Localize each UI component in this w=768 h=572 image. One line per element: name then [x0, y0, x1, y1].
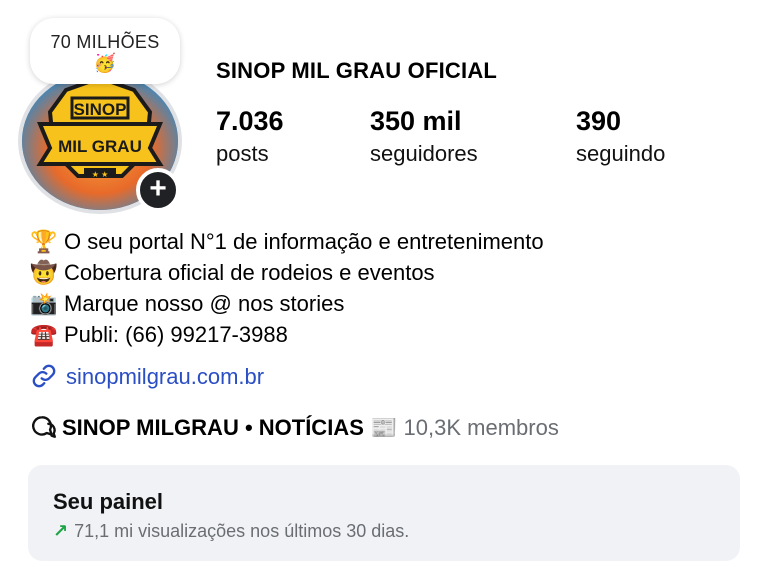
link-icon: [32, 364, 56, 388]
avatar-logo-bottom: MIL GRAU: [58, 137, 142, 156]
broadcast-channel[interactable]: SINOP MILGRAU • NOTÍCIAS 📰 10,3K membros: [30, 414, 559, 441]
stat-label: seguindo: [576, 141, 666, 166]
newspaper-icon: 📰: [370, 415, 398, 440]
telephone-icon: ☎️: [30, 322, 58, 347]
profile-note[interactable]: 70 MILHÕES 🥳: [30, 18, 180, 84]
stat-label: posts: [216, 141, 269, 166]
plus-icon: +: [149, 172, 167, 205]
bio-line: ☎️ Publi: (66) 99217-3988: [30, 319, 544, 350]
profile-link[interactable]: sinopmilgrau.com.br: [30, 362, 264, 390]
stat-value: 390: [576, 106, 622, 136]
stat-followers[interactable]: 350 mil seguidores: [370, 106, 478, 167]
profile-username: SINOP MIL GRAU OFICIAL: [216, 58, 498, 83]
stat-following[interactable]: 390 seguindo: [576, 106, 665, 167]
camera-flash-icon: 📸: [30, 291, 58, 316]
bio-line: 📸 Marque nosso @ nos stories: [30, 288, 544, 319]
bio-line: 🤠 Cobertura oficial de rodeios e eventos: [30, 257, 544, 288]
professional-dashboard[interactable]: Seu painel ↗ 71,1 mi visualizações nos úl…: [28, 465, 740, 561]
avatar-logo-top: SINOP: [74, 100, 127, 119]
trend-up-icon: ↗: [53, 521, 69, 541]
bio-text: Marque nosso @ nos stories: [64, 291, 345, 316]
link-text: sinopmilgrau.com.br: [66, 364, 265, 389]
channel-name: SINOP MILGRAU • NOTÍCIAS: [62, 415, 364, 440]
bio-text: Publi: (66) 99217-3988: [64, 322, 288, 347]
stat-posts[interactable]: 7.036 posts: [216, 106, 284, 167]
bio-text: O seu portal N°1 de informação e entrete…: [64, 229, 544, 254]
stat-label: seguidores: [370, 141, 478, 166]
bio-text: Cobertura oficial de rodeios e eventos: [64, 260, 435, 285]
add-story-button[interactable]: +: [136, 168, 180, 212]
channel-members: 10,3K membros: [403, 415, 559, 440]
profile-bio: 🏆 O seu portal N°1 de informação e entret…: [30, 226, 544, 350]
stat-value: 350 mil: [370, 106, 462, 136]
cowboy-face-icon: 🤠: [30, 260, 58, 285]
panel-title: Seu painel: [53, 489, 164, 514]
panel-subtitle: ↗ 71,1 mi visualizações nos últimos 30 di…: [53, 521, 409, 542]
note-text: 70 MILHÕES: [50, 32, 160, 52]
trophy-icon: 🏆: [30, 229, 58, 254]
bio-line: 🏆 O seu portal N°1 de informação e entret…: [30, 226, 544, 257]
channel-icon: [32, 416, 56, 438]
svg-text:★ ★: ★ ★: [92, 170, 109, 179]
panel-views-text: 71,1 mi visualizações nos últimos 30 dia…: [74, 521, 410, 541]
stat-value: 7.036: [216, 106, 284, 136]
party-face-icon: 🥳: [93, 53, 117, 73]
